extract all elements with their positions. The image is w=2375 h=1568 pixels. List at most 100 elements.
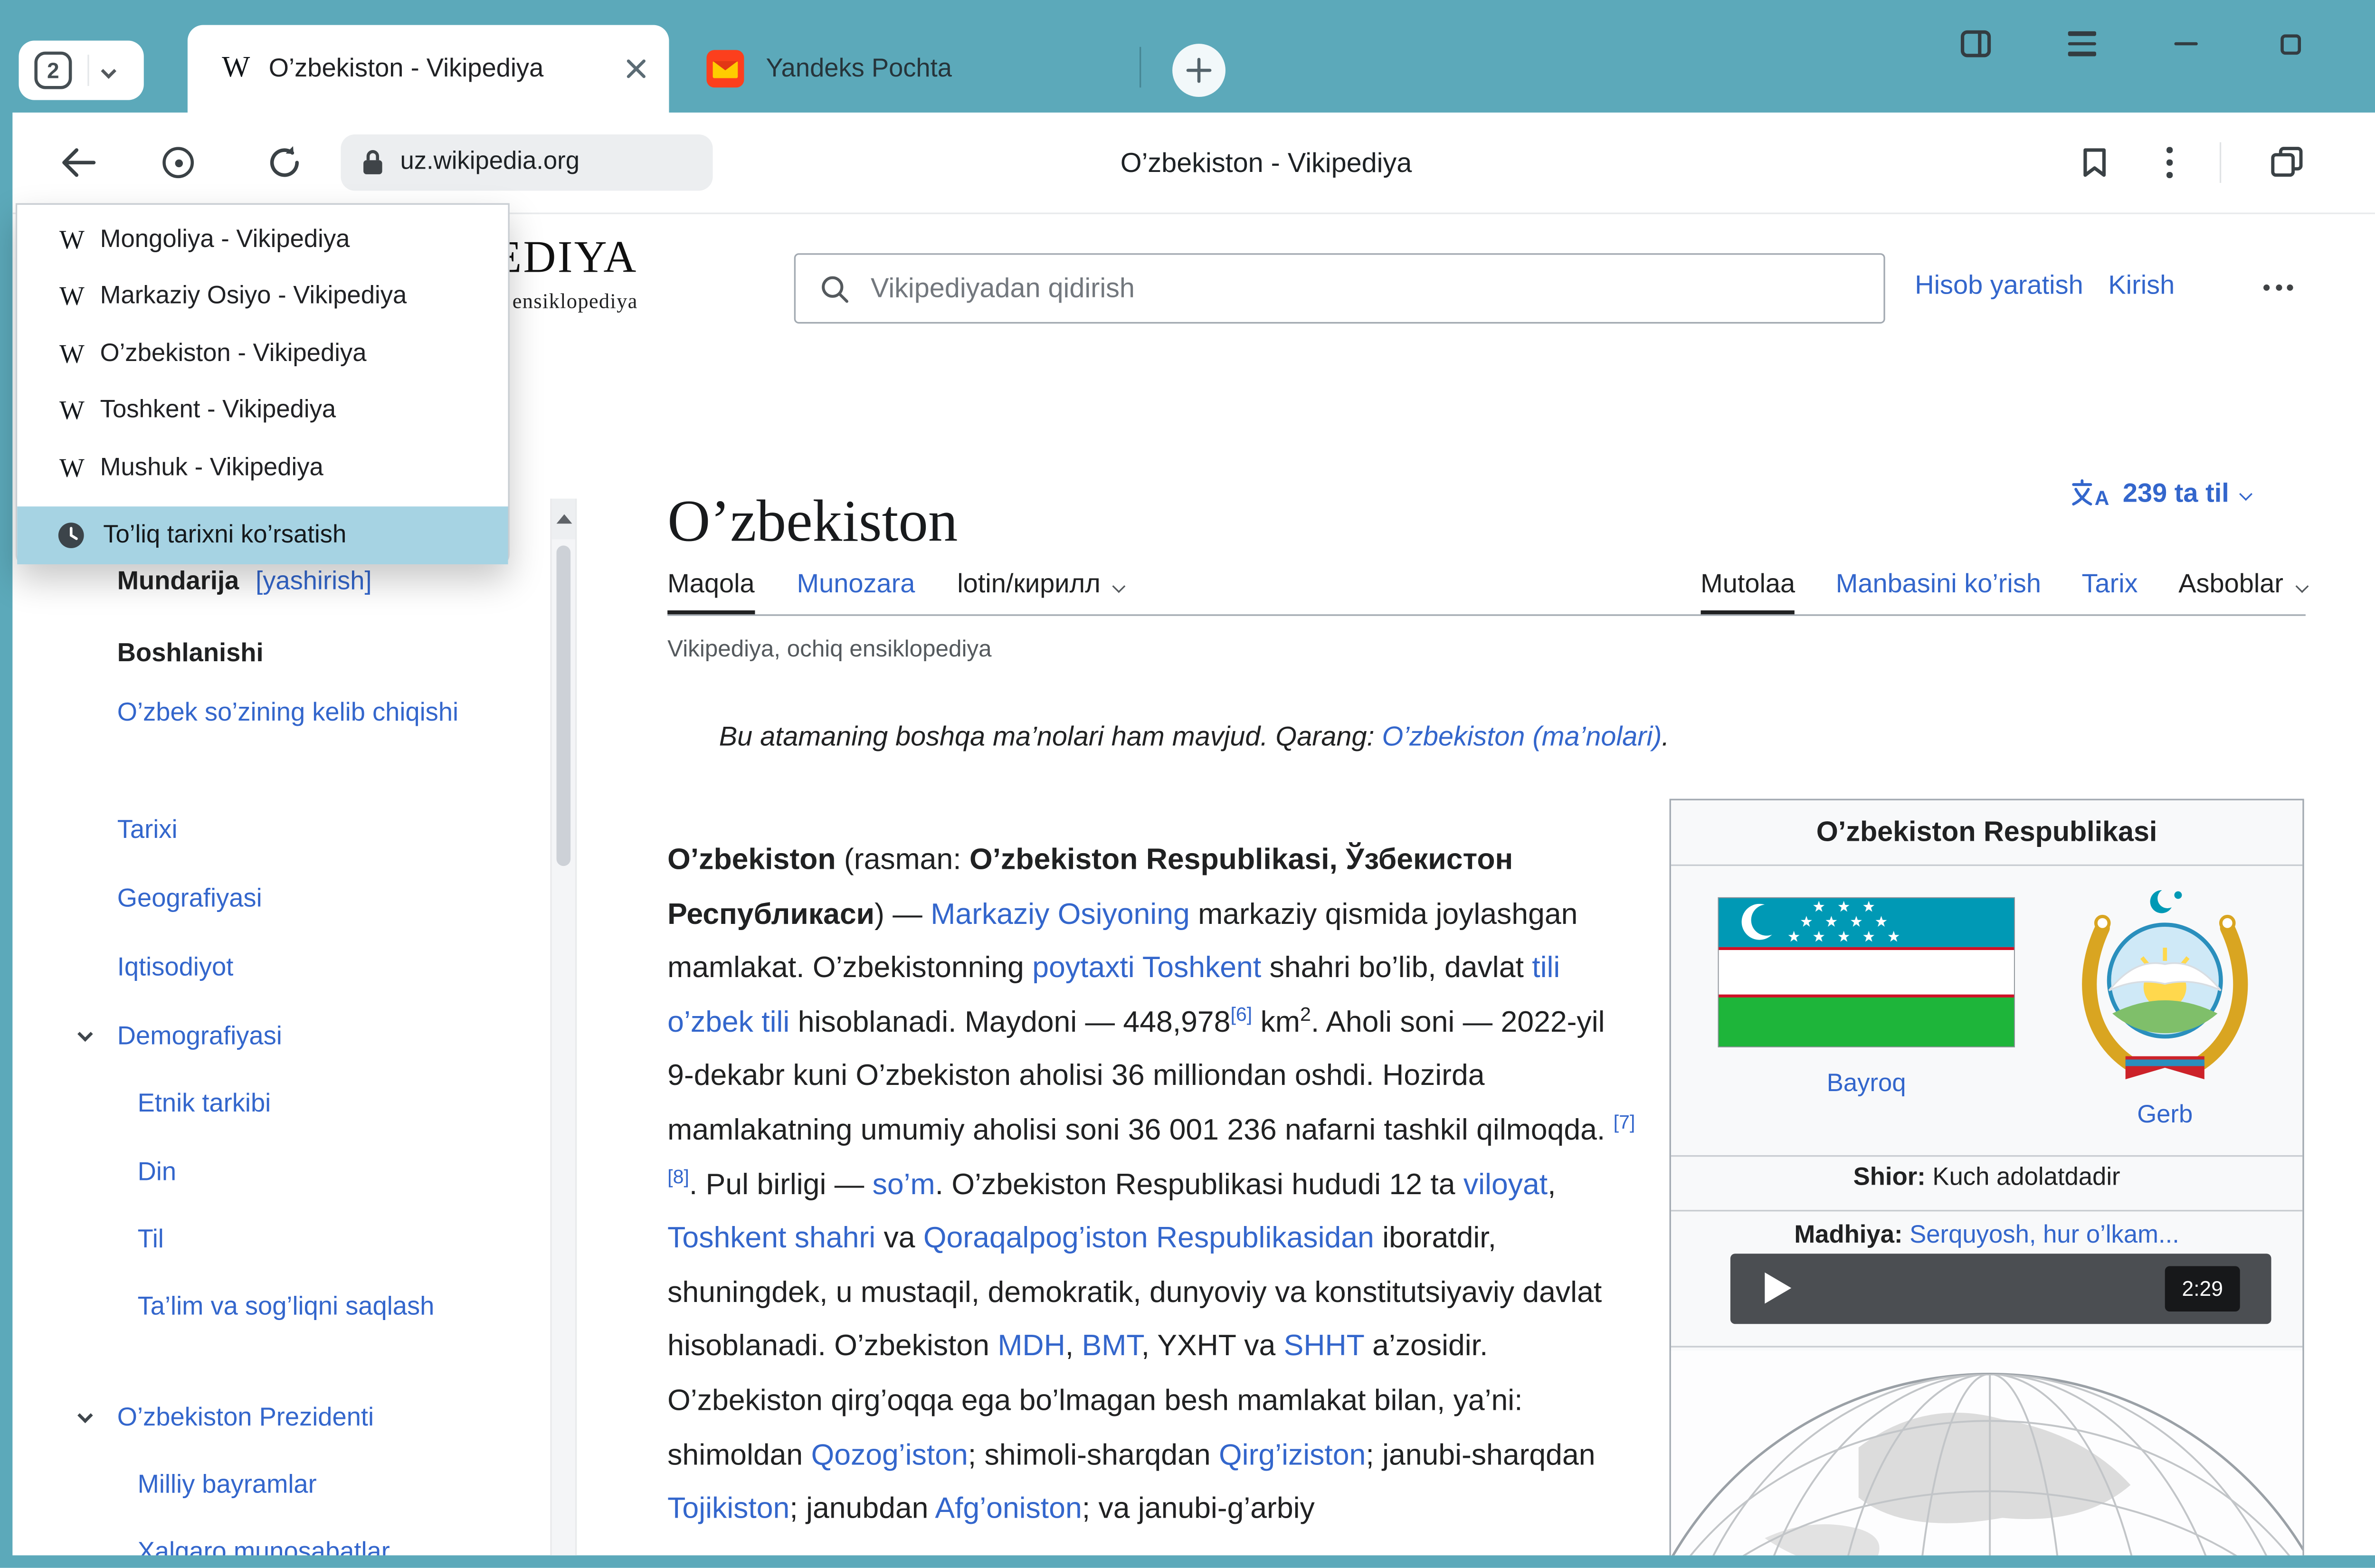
- maximize-button[interactable]: [2262, 16, 2318, 72]
- hatnote: Bu atamaning boshqa ma’nolari ham mavjud…: [719, 721, 1688, 753]
- lead-text: ) —: [874, 898, 931, 931]
- lock-icon[interactable]: [361, 149, 384, 177]
- tab-variant-selector[interactable]: lotin/кирилл: [957, 569, 1122, 614]
- tab-counter-button[interactable]: 2: [19, 41, 143, 100]
- collections-icon[interactable]: [2259, 134, 2315, 190]
- toc-item[interactable]: Geografiyasi: [117, 878, 461, 919]
- wiki-link[interactable]: Tojikiston: [667, 1493, 789, 1526]
- article-tab-bar: Maqola Munozara lotin/кирилл Mutolaa Man…: [667, 545, 2306, 616]
- back-button[interactable]: [50, 134, 106, 190]
- scrollbar-thumb[interactable]: [557, 545, 571, 866]
- location-map[interactable]: [1671, 1350, 2302, 1555]
- reference-link[interactable]: [6]: [1230, 1003, 1252, 1025]
- more-menu-icon[interactable]: [2141, 134, 2197, 190]
- new-tab-button[interactable]: [1172, 44, 1226, 97]
- url-text: uz.wikipedia.org: [400, 149, 580, 177]
- tab-history[interactable]: Tarix: [2082, 569, 2138, 614]
- toc-item[interactable]: Xalqaro munosabatlar: [138, 1532, 458, 1555]
- toc-item[interactable]: Ta’lim va sog’liqni saqlash: [138, 1286, 458, 1327]
- bookmark-icon[interactable]: [2066, 134, 2122, 190]
- tab-talk[interactable]: Munozara: [797, 569, 915, 614]
- chevron-down-icon[interactable]: [77, 1408, 93, 1424]
- login-link[interactable]: Kirish: [2108, 270, 2175, 302]
- toc-item[interactable]: Til: [138, 1219, 458, 1260]
- tab-count-badge: 2: [34, 52, 72, 89]
- search-input[interactable]: [867, 270, 1883, 306]
- suggestion-item[interactable]: WMushuk - Vikipediya: [17, 441, 508, 497]
- close-window-button[interactable]: [2368, 16, 2375, 72]
- wiki-link[interactable]: Qoraqalpog’iston Respublikasidan: [923, 1223, 1374, 1255]
- scroll-up-button[interactable]: [552, 499, 575, 540]
- wiki-link[interactable]: BMT: [1082, 1331, 1141, 1364]
- tab-read[interactable]: Mutolaa: [1700, 569, 1795, 614]
- tab-active-wikipedia[interactable]: W O’zbekiston - Vikipediya: [188, 25, 669, 113]
- wikipedia-favicon: W: [59, 339, 100, 371]
- toc-hide-link[interactable]: [yashirish]: [256, 568, 371, 596]
- toc-item[interactable]: Din: [138, 1152, 458, 1193]
- wiki-link[interactable]: viloyat: [1463, 1169, 1548, 1201]
- toc-item[interactable]: Boshlanishi: [117, 633, 461, 674]
- history-clock-icon: [56, 521, 86, 551]
- toc-item[interactable]: Tarixi: [117, 810, 461, 851]
- infobox: O’zbekiston Respublikasi: [1670, 799, 2304, 1556]
- toc-item[interactable]: O’zbekiston Prezidenti: [117, 1397, 461, 1438]
- tab-article[interactable]: Maqola: [667, 569, 755, 614]
- wiki-link[interactable]: Markaziy Osiyoning: [931, 898, 1190, 931]
- close-tab-icon[interactable]: [622, 55, 650, 83]
- address-bar[interactable]: uz.wikipedia.org: [341, 134, 712, 190]
- wiki-link[interactable]: Afg’oniston: [935, 1493, 1082, 1526]
- language-count: 239 ta til: [2123, 477, 2229, 509]
- chevron-down-icon[interactable]: [77, 1026, 93, 1042]
- create-account-link[interactable]: Hisob yaratish: [1915, 270, 2083, 302]
- toc-item[interactable]: O’zbek so’zining kelib chiqishi: [117, 693, 461, 733]
- tab-bar: 2 W O’zbekiston - Vikipediya Yandeks Poc…: [0, 0, 2375, 113]
- suggestion-item[interactable]: WO’zbekiston - Vikipediya: [17, 327, 508, 383]
- suggestion-item[interactable]: WToshkent - Vikipediya: [17, 383, 508, 439]
- suggestion-item[interactable]: WMongoliya - Vikipediya: [17, 213, 508, 269]
- wiki-link[interactable]: Qozog’iston: [811, 1439, 968, 1472]
- bookmarks-sidebar-icon[interactable]: [1948, 16, 2004, 72]
- minimize-button[interactable]: [2157, 16, 2213, 72]
- lead-text: ; shimoli-sharqdan: [968, 1439, 1219, 1472]
- wiki-link[interactable]: Toshkent shahri: [667, 1223, 875, 1255]
- flag-caption-link[interactable]: Bayroq: [1827, 1071, 1906, 1097]
- motto-row: Shior: Kuch adolatdadir: [1671, 1165, 2302, 1193]
- audio-duration: 2:29: [2165, 1266, 2240, 1311]
- toc-item[interactable]: Iqtisodiyot: [117, 947, 461, 988]
- wiki-link[interactable]: SHHT: [1284, 1331, 1364, 1364]
- chevron-down-icon[interactable]: [101, 63, 116, 78]
- wiki-link[interactable]: Qirg’iziston: [1219, 1439, 1366, 1472]
- toc-scrollbar[interactable]: [550, 499, 577, 1556]
- anthem-link[interactable]: Serquyosh, hur o’lkam...: [1903, 1222, 2179, 1249]
- show-full-history-item[interactable]: To’liq tarixni ko’rsatish: [17, 506, 508, 564]
- wikipedia-favicon: W: [59, 225, 100, 257]
- hatnote-link[interactable]: O’zbekiston (ma’nolari): [1382, 721, 1662, 752]
- wiki-link[interactable]: MDH: [998, 1331, 1065, 1364]
- flag-image[interactable]: [1718, 897, 2015, 1047]
- emblem-caption-link[interactable]: Gerb: [2137, 1102, 2193, 1129]
- tab-tools[interactable]: Asboblar: [2178, 569, 2306, 614]
- tab-yandex-mail[interactable]: Yandeks Pochta: [669, 25, 1138, 113]
- divider: [1671, 1210, 2302, 1211]
- suggestion-item[interactable]: WMarkaziy Osiyo - Vikipediya: [17, 269, 508, 325]
- toc-item[interactable]: Etnik tarkibi: [138, 1083, 458, 1124]
- svg-text:A: A: [2095, 487, 2109, 510]
- menu-icon[interactable]: [2054, 16, 2110, 72]
- play-icon[interactable]: [1765, 1273, 1791, 1304]
- toc-item[interactable]: Demografiyasi: [117, 1016, 461, 1057]
- wikipedia-favicon: W: [59, 453, 100, 485]
- wiki-link[interactable]: so’m: [873, 1169, 935, 1201]
- yandex-search-icon[interactable]: [150, 134, 206, 190]
- coat-of-arms-image[interactable]: [2065, 875, 2265, 1097]
- reload-button[interactable]: [256, 134, 313, 190]
- audio-player[interactable]: 2:29: [1730, 1254, 2271, 1324]
- language-selector[interactable]: A 239 ta til: [2070, 477, 2250, 510]
- lead-text: (rasman:: [836, 844, 969, 877]
- divider: [87, 55, 89, 86]
- tab-view-source[interactable]: Manbasini ko’rish: [1836, 569, 2041, 614]
- toc-item[interactable]: Milliy bayramlar: [138, 1464, 458, 1505]
- more-options-icon[interactable]: [2263, 285, 2293, 291]
- wiki-search-box[interactable]: [794, 253, 1885, 323]
- wiki-link[interactable]: poytaxti Toshkent: [1032, 952, 1261, 985]
- download-icon[interactable]: [2370, 134, 2375, 190]
